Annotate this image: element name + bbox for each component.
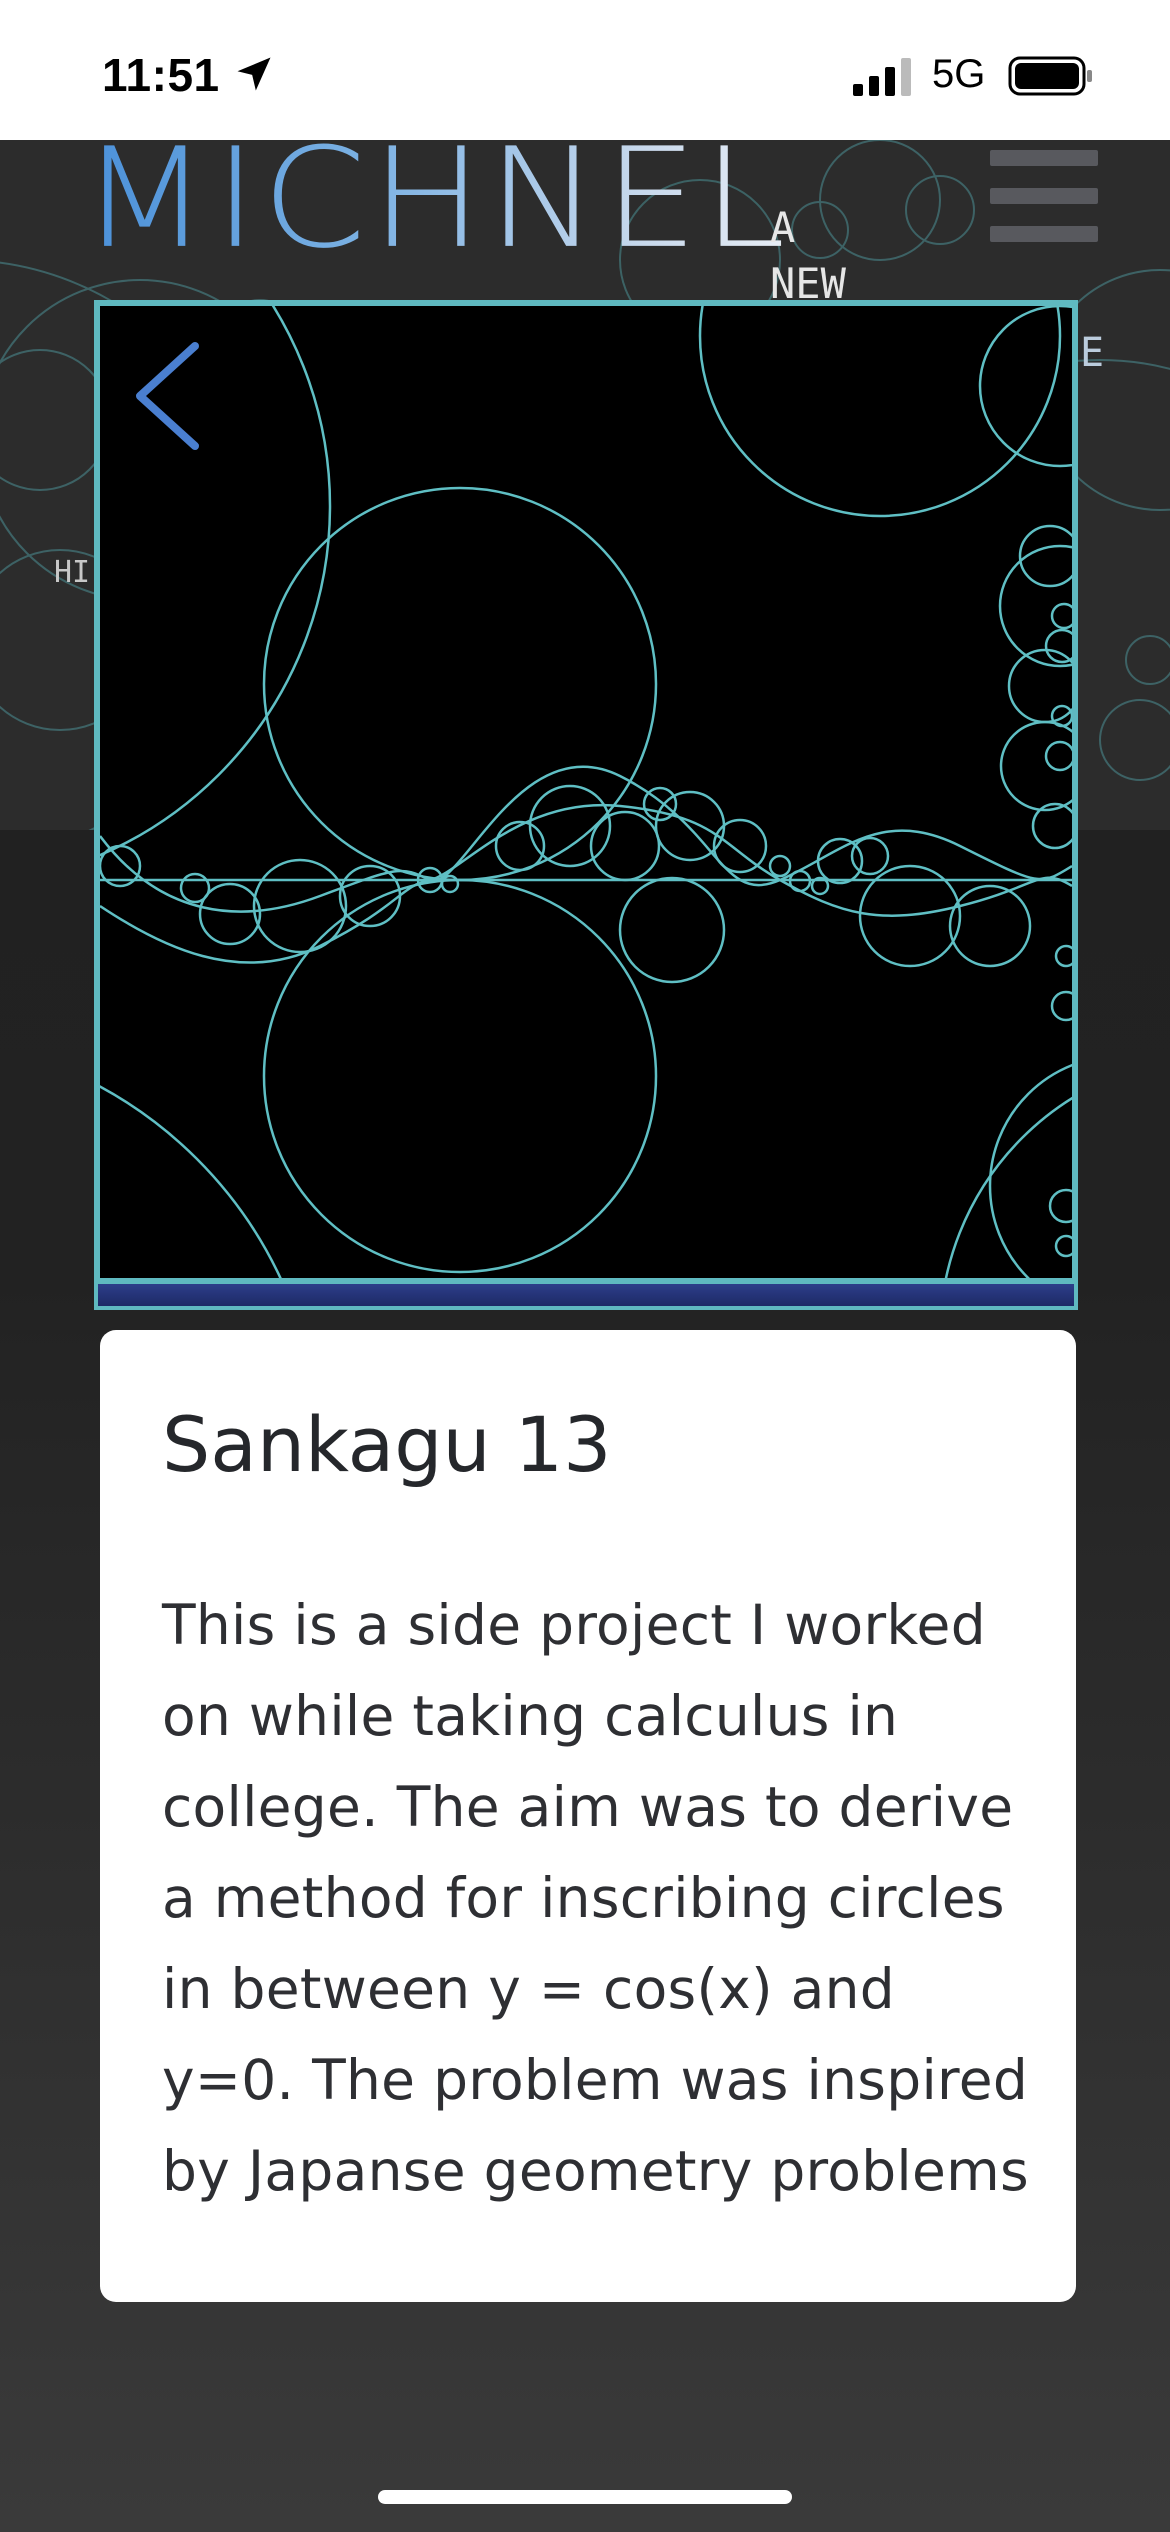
project-image-frame — [94, 300, 1078, 1284]
signal-bars-icon — [853, 58, 911, 96]
chevron-left-icon[interactable] — [120, 336, 210, 456]
site-tagline: A NEW — [770, 203, 846, 308]
status-time: 11:51 — [102, 49, 220, 101]
sangaku-circles-artwork — [100, 306, 1072, 1278]
location-arrow-icon — [237, 57, 271, 91]
project-image-modal — [94, 300, 1078, 1312]
battery-icon — [1008, 56, 1092, 96]
site-logo[interactable]: MICHNEL — [80, 140, 790, 268]
project-title: Sankagu 13 — [162, 1400, 612, 1489]
network-label: 5G — [932, 52, 986, 96]
home-indicator[interactable] — [378, 2490, 792, 2504]
partial-header-letter: E — [1080, 330, 1105, 376]
image-frame-base — [94, 1284, 1078, 1310]
status-bar: 11:51 5G — [0, 0, 1170, 140]
project-description-card: Sankagu 13 This is a side project I work… — [100, 1330, 1076, 2302]
hamburger-menu-icon[interactable] — [990, 150, 1098, 244]
project-description: This is a side project I worked on while… — [162, 1593, 1029, 2203]
